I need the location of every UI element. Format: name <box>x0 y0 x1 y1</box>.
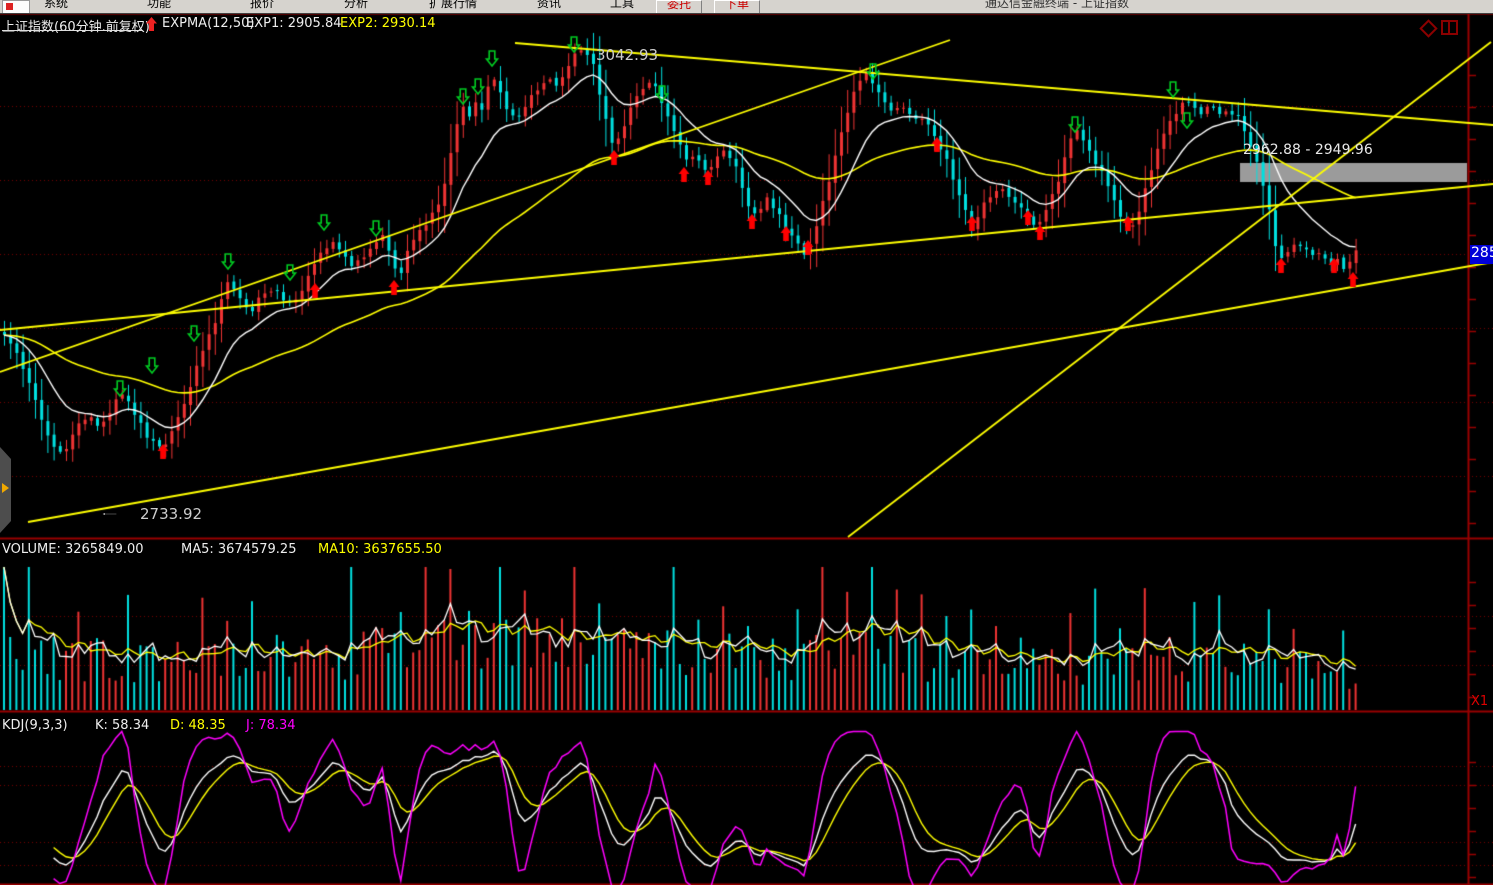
menu-item-news[interactable]: 资讯 <box>537 0 561 11</box>
volume-scale-label: X1 <box>1471 694 1488 709</box>
last-price-tag: 2859 <box>1470 245 1493 264</box>
app-icon-glyph <box>6 3 13 10</box>
volume-value: VOLUME: 3265849.00 <box>2 542 144 557</box>
kdj-k-value: K: 58.34 <box>95 718 149 733</box>
kdj-j-value: J: 78.34 <box>246 718 296 733</box>
menu-item-quotes[interactable]: 报价 <box>250 0 274 11</box>
stock-chart-canvas[interactable] <box>0 0 1493 885</box>
kdj-title[interactable]: KDJ(9,3,3) <box>2 718 68 733</box>
peak-price-label: 3042.93 <box>596 46 658 64</box>
up-arrow-icon <box>146 17 157 31</box>
volume-ma5: MA5: 3674579.25 <box>181 542 296 557</box>
exp1-value: EXP1: 2905.84 <box>246 16 342 31</box>
menu-item-system[interactable]: 系统 <box>44 0 68 11</box>
order-button-label: 下单 <box>725 0 749 11</box>
trading-terminal: 系统 功能 报价 分析 扩展行情 资讯 工具 委托 下单 通达信金融终端 - 上… <box>0 0 1493 885</box>
volume-ma10: MA10: 3637655.50 <box>318 542 442 557</box>
indicator-label[interactable]: EXPMA(12,50) <box>162 16 254 31</box>
kdj-d-value: D: 48.35 <box>170 718 226 733</box>
instrument-underline <box>2 30 143 31</box>
instrument-title[interactable]: 上证指数(60分钟.前复权) <box>2 16 150 35</box>
app-icon[interactable] <box>2 0 30 14</box>
split-window-icon[interactable] <box>1441 20 1458 35</box>
drawer-expand-icon <box>2 483 9 493</box>
low-price-label: 2733.92 <box>140 505 202 523</box>
menu-item-function[interactable]: 功能 <box>147 0 171 11</box>
menu-bar: 系统 功能 报价 分析 扩展行情 资讯 工具 委托 下单 通达信金融终端 - 上… <box>0 0 1493 14</box>
menu-item-extended[interactable]: 扩展行情 <box>429 0 477 11</box>
range-label: 2962.88 - 2949.96 <box>1243 142 1373 158</box>
order-button[interactable]: 下单 <box>714 0 760 14</box>
exp2-value: EXP2: 2930.14 <box>340 16 436 31</box>
left-drawer-handle[interactable] <box>0 447 11 533</box>
split-window-divider <box>1448 22 1450 33</box>
trade-button[interactable]: 委托 <box>656 0 702 14</box>
trade-button-label: 委托 <box>667 0 691 11</box>
window-title: 通达信金融终端 - 上证指数 <box>985 0 1129 11</box>
menu-item-analysis[interactable]: 分析 <box>344 0 368 11</box>
low-price-arrow <box>82 513 137 515</box>
menu-item-tools[interactable]: 工具 <box>610 0 634 11</box>
